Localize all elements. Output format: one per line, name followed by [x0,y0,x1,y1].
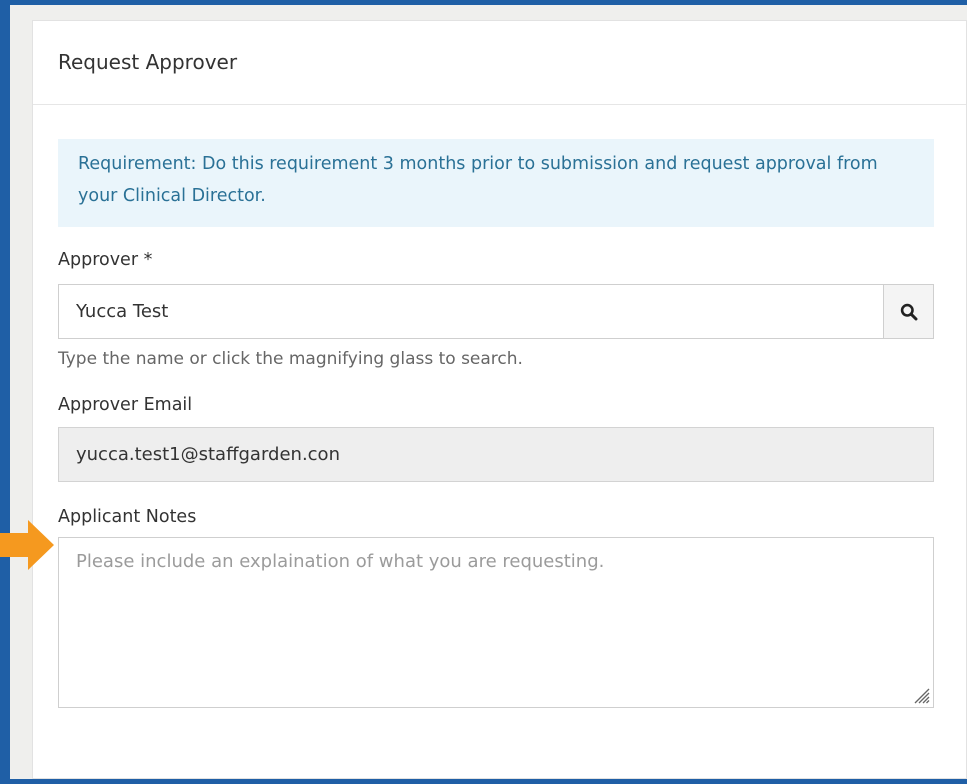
search-button[interactable] [883,284,934,339]
request-approver-card: Request Approver Requirement: Do this re… [32,20,967,779]
approver-input-group: Yucca Test [58,284,934,339]
resize-handle-icon[interactable] [909,683,931,705]
orange-arrow-icon [0,520,54,570]
applicant-notes-placeholder: Please include an explaination of what y… [76,551,605,572]
form-body: Requirement: Do this requirement 3 month… [58,139,934,708]
approver-label: Approver * [58,250,153,270]
card-title: Request Approver [58,49,238,74]
requirement-alert: Requirement: Do this requirement 3 month… [58,139,934,227]
window-frame: Request Approver Requirement: Do this re… [10,5,967,779]
approver-email-label: Approver Email [58,395,193,415]
approver-email-field: yucca.test1@staffgarden.con [58,427,934,482]
search-icon [900,303,917,320]
applicant-notes-label: Applicant Notes [58,507,197,527]
card-header: Request Approver [33,21,966,105]
approver-input[interactable]: Yucca Test [58,284,883,339]
applicant-notes-textarea[interactable]: Please include an explaination of what y… [58,537,934,708]
approver-help-text: Type the name or click the magnifying gl… [58,349,523,369]
